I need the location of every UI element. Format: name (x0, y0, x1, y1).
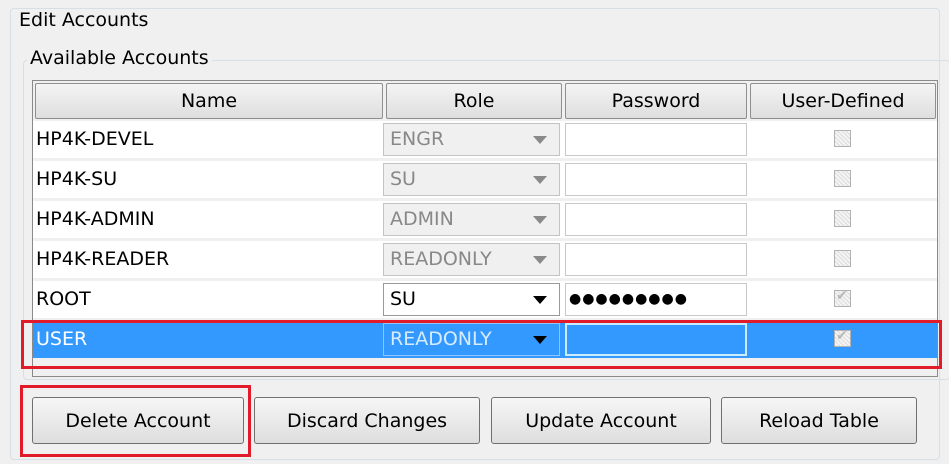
discard-changes-button[interactable]: Discard Changes (254, 397, 480, 444)
password-field[interactable]: ●●●●●●●●● (565, 283, 747, 316)
table-row[interactable]: HP4K-SU SU (33, 161, 937, 198)
role-combo[interactable]: SU (383, 283, 560, 316)
user-defined-checkbox: ✔ (834, 288, 851, 307)
password-field[interactable] (565, 243, 747, 276)
table-row[interactable]: HP4K-ADMIN ADMIN (33, 201, 937, 238)
role-value: ADMIN (390, 208, 454, 230)
user-defined-checkbox (834, 130, 851, 147)
chevron-down-icon (533, 296, 547, 304)
account-name: HP4K-ADMIN (36, 208, 155, 230)
chevron-down-icon (533, 136, 547, 144)
chevron-down-icon (533, 256, 547, 264)
chevron-down-icon (533, 176, 547, 184)
column-header-name[interactable]: Name (35, 83, 383, 119)
password-field[interactable] (565, 203, 747, 236)
role-value: SU (390, 168, 416, 190)
column-header-role[interactable]: Role (386, 83, 562, 119)
table-row[interactable]: HP4K-DEVEL ENGR (33, 121, 937, 158)
edit-accounts-title: Edit Accounts (16, 9, 152, 31)
chevron-down-icon (533, 216, 547, 224)
role-value: SU (390, 288, 416, 310)
password-value: ●●●●●●●●● (569, 291, 688, 307)
account-name: HP4K-READER (36, 248, 170, 270)
role-value: READONLY (390, 248, 492, 270)
account-name: ROOT (36, 288, 91, 310)
update-account-button[interactable]: Update Account (491, 397, 711, 444)
account-name: HP4K-SU (36, 168, 118, 190)
check-icon: ✔ (836, 288, 848, 304)
column-header-user-defined[interactable]: User-Defined (750, 83, 936, 119)
role-combo[interactable]: SU (383, 163, 560, 196)
selected-row-highlight (21, 320, 942, 369)
role-value: ENGR (390, 128, 445, 150)
available-accounts-title: Available Accounts (27, 47, 212, 69)
password-field[interactable] (565, 123, 747, 156)
user-defined-checkbox (834, 250, 851, 267)
table-row[interactable]: ROOT SU ●●●●●●●●● ✔ (33, 281, 937, 318)
role-combo[interactable]: ADMIN (383, 203, 560, 236)
role-combo[interactable]: READONLY (383, 243, 560, 276)
user-defined-checkbox (834, 210, 851, 227)
delete-button-highlight (20, 385, 251, 457)
user-defined-checkbox (834, 170, 851, 187)
column-header-password[interactable]: Password (565, 83, 747, 119)
reload-table-button[interactable]: Reload Table (721, 397, 917, 444)
password-field[interactable] (565, 163, 747, 196)
role-combo[interactable]: ENGR (383, 123, 560, 156)
account-name: HP4K-DEVEL (36, 128, 154, 150)
table-row[interactable]: HP4K-READER READONLY (33, 241, 937, 278)
